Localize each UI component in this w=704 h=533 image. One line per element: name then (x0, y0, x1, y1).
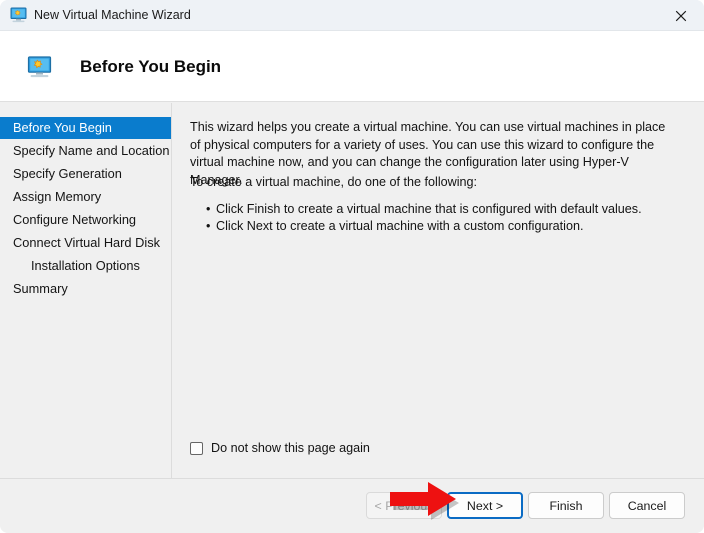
sidebar-item-before-you-begin[interactable]: Before You Begin (0, 117, 171, 139)
previous-button[interactable]: < Previous (366, 492, 442, 519)
list-item: Click Finish to create a virtual machine… (206, 201, 704, 218)
do-not-show-again-row[interactable]: Do not show this page again (190, 441, 370, 455)
virtual-machine-icon (27, 55, 52, 80)
wizard-step-list: Before You Begin Specify Name and Locati… (0, 103, 172, 478)
finish-button[interactable]: Finish (528, 492, 604, 519)
page-header: Before You Begin (0, 31, 704, 102)
page-title: Before You Begin (80, 57, 222, 76)
sidebar-item-assign-memory[interactable]: Assign Memory (0, 186, 171, 208)
sidebar-item-specify-generation[interactable]: Specify Generation (0, 163, 171, 185)
dialog-footer: < Previous Next > Finish Cancel (0, 478, 704, 533)
sidebar-item-installation-options[interactable]: Installation Options (0, 255, 171, 277)
instruction-bullet-list: Click Finish to create a virtual machine… (190, 201, 704, 235)
sidebar-item-configure-networking[interactable]: Configure Networking (0, 209, 171, 231)
sidebar-item-summary[interactable]: Summary (0, 278, 171, 300)
new-virtual-machine-wizard-dialog: New Virtual Machine Wizard Before You Be… (0, 0, 704, 533)
do-not-show-again-checkbox[interactable] (190, 441, 203, 455)
virtual-machine-icon (10, 7, 27, 24)
sidebar-item-connect-virtual-hard-disk[interactable]: Connect Virtual Hard Disk (0, 232, 171, 254)
dialog-body: Before You Begin Specify Name and Locati… (0, 103, 704, 478)
do-not-show-again-label: Do not show this page again (211, 441, 370, 455)
cancel-button[interactable]: Cancel (609, 492, 685, 519)
list-item: Click Next to create a virtual machine w… (206, 218, 704, 235)
window-title: New Virtual Machine Wizard (34, 8, 191, 22)
next-button[interactable]: Next > (447, 492, 523, 519)
close-icon[interactable] (658, 0, 704, 31)
content-pane: This wizard helps you create a virtual m… (173, 103, 704, 478)
instruction-line: To create a virtual machine, do one of t… (190, 175, 478, 189)
title-bar: New Virtual Machine Wizard (0, 0, 704, 31)
sidebar-item-specify-name-and-location[interactable]: Specify Name and Location (0, 140, 171, 162)
